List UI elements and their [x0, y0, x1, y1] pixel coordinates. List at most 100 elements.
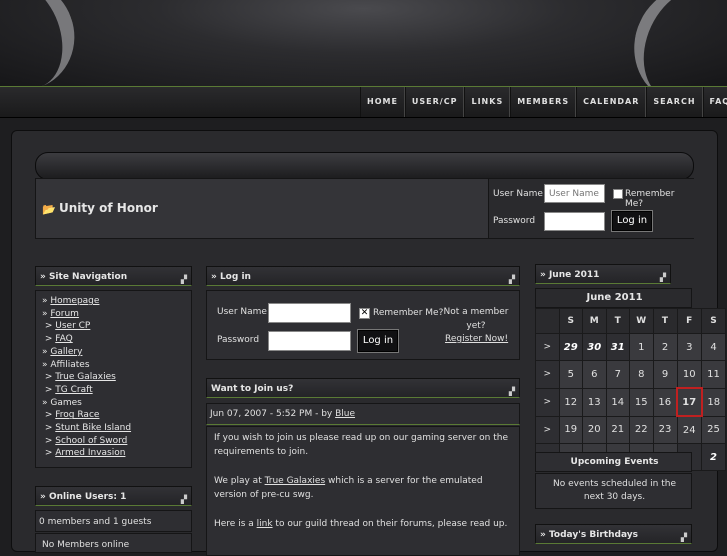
login-password-input[interactable]	[268, 331, 351, 351]
calendar-day[interactable]: 18	[701, 387, 726, 417]
nav-link-true-galaxies[interactable]: True Galaxies	[55, 372, 116, 382]
calendar-day[interactable]: 3	[676, 333, 702, 361]
calendar-other-month-day[interactable]: 30	[582, 333, 607, 361]
article-title: Want to Join us?	[211, 384, 294, 394]
calendar-other-month-day[interactable]: 2	[701, 443, 726, 471]
login-button[interactable]: Log in	[357, 329, 399, 353]
calendar-day[interactable]: 13	[582, 387, 607, 417]
nav-usercp[interactable]: USER/CP	[404, 87, 465, 117]
calendar-month-title: June 2011	[586, 292, 643, 303]
nav-list-item: > Frog Race	[42, 410, 100, 421]
login-username-input[interactable]	[268, 303, 351, 323]
calendar-day[interactable]: 4	[701, 333, 726, 361]
collapse-icon[interactable]: ▞	[181, 270, 187, 290]
calendar-day[interactable]: 16	[652, 387, 678, 417]
nav-link-frog-race[interactable]: Frog Race	[55, 410, 99, 420]
upcoming-events-box: No events scheduled in the next 30 days.	[535, 473, 692, 509]
nav-faq[interactable]: FAQ	[702, 87, 727, 117]
birthdays-title: » Today's Birthdays	[540, 530, 638, 540]
calendar-day[interactable]: 15	[629, 387, 654, 417]
calendar-week-link[interactable]: >	[535, 333, 560, 361]
register-link[interactable]: Register Now!	[445, 334, 508, 344]
remember-checkbox[interactable]: ✕	[359, 308, 370, 319]
calendar-day[interactable]: 23	[652, 415, 678, 444]
true-galaxies-link[interactable]: True Galaxies	[265, 476, 326, 486]
nav-link-faq[interactable]: FAQ	[55, 334, 72, 344]
calendar-day[interactable]: 10	[676, 360, 702, 389]
calendar-other-month-day[interactable]: 29	[558, 333, 583, 361]
calendar-day[interactable]: 9	[652, 360, 678, 389]
online-users-title: » Online Users: 1	[40, 492, 127, 502]
calendar-day[interactable]: 8	[629, 360, 654, 389]
header-password-input[interactable]	[544, 212, 605, 231]
top-navbar: HOME USER/CP LINKS MEMBERS CALENDAR SEARCH FAQ	[0, 86, 727, 118]
nav-link-tg-craft[interactable]: TG Craft	[55, 385, 92, 395]
nav-list-item: > School of Sword	[42, 435, 128, 446]
nav-link-school-of-sword[interactable]: School of Sword	[55, 436, 127, 446]
calendar-day[interactable]: 14	[605, 387, 630, 417]
article-paragraph-2: We play at True Galaxies which is a serv…	[214, 476, 483, 500]
nav-link-games: Games	[50, 397, 82, 408]
calendar-today[interactable]: 17	[676, 387, 703, 417]
nav-search[interactable]: SEARCH	[646, 87, 703, 117]
collapse-icon[interactable]: ▞	[509, 382, 515, 402]
calendar-corner	[535, 308, 560, 334]
calendar-day[interactable]: 20	[582, 415, 607, 444]
collapse-icon[interactable]: ▞	[660, 268, 666, 288]
collapse-icon[interactable]: ▞	[681, 528, 687, 548]
nav-link-armed-invasion[interactable]: Armed Invasion	[55, 448, 125, 458]
nav-link-stunt-bike-island[interactable]: Stunt Bike Island	[55, 423, 131, 433]
guild-thread-link[interactable]: link	[257, 519, 273, 529]
nav-links[interactable]: LINKS	[464, 87, 511, 117]
nav-list-item: » Homepage	[42, 296, 100, 306]
collapse-icon[interactable]: ▞	[181, 490, 187, 510]
calendar-day[interactable]: 2	[652, 333, 678, 361]
calendar-day[interactable]: 6	[582, 360, 607, 389]
calendar-day[interactable]: 5	[558, 360, 583, 389]
login-panel-header: » Log in ▞	[206, 266, 520, 286]
calendar-day[interactable]: 1	[629, 333, 654, 361]
online-users-list: No Members online	[35, 533, 192, 553]
header-remember-checkbox[interactable]	[613, 189, 623, 199]
nav-link-user-cp[interactable]: User CP	[55, 321, 90, 331]
nav-link-gallery[interactable]: Gallery	[50, 347, 82, 357]
nav-link-homepage[interactable]: Homepage	[50, 296, 99, 306]
article-paragraph-3: Here is a link to our guild thread on th…	[214, 519, 508, 529]
header-login-box: User Name Remember Me? Password Log in	[488, 179, 694, 238]
site-title: Unity of Honor	[59, 201, 158, 215]
header-username-input[interactable]	[544, 184, 605, 203]
header-login-button[interactable]: Log in	[611, 210, 653, 232]
nav-calendar[interactable]: CALENDAR	[576, 87, 647, 117]
calendar-day[interactable]: 11	[701, 360, 726, 389]
header-swoosh-right	[614, 0, 727, 88]
calendar-day-header: M	[582, 308, 607, 334]
nav-home[interactable]: HOME	[360, 87, 405, 117]
calendar-day[interactable]: 25	[701, 415, 726, 444]
collapse-icon[interactable]: ▞	[509, 270, 515, 290]
nav-list-item: » Forum	[42, 308, 79, 319]
username-label: User Name	[493, 189, 543, 199]
nav-list-item: » Gallery	[42, 346, 83, 357]
password-label: Password	[493, 216, 536, 226]
calendar-day[interactable]: 21	[605, 415, 630, 444]
calendar-day[interactable]: 12	[558, 387, 583, 417]
calendar-day[interactable]: 19	[558, 415, 583, 444]
calendar-day-header: T	[605, 308, 630, 334]
nav-link-forum[interactable]: Forum	[50, 309, 79, 319]
calendar-day[interactable]: 7	[605, 360, 630, 389]
nav-list-item: » Games	[42, 397, 82, 408]
remember-label: Remember Me?	[373, 308, 444, 318]
article-header: Want to Join us? ▞	[206, 378, 520, 398]
folder-icon: 📂	[42, 203, 56, 216]
author-link[interactable]: Blue	[335, 409, 355, 419]
calendar-day[interactable]: 24	[676, 415, 702, 444]
online-users-list-text: No Members online	[42, 540, 130, 550]
calendar-other-month-day[interactable]: 31	[605, 333, 630, 361]
nav-members[interactable]: MEMBERS	[510, 87, 577, 117]
calendar-week-link[interactable]: >	[535, 360, 560, 389]
title-banner-decor	[35, 152, 694, 180]
upcoming-events-text: No events scheduled in the next 30 days.	[552, 479, 677, 502]
calendar-week-link[interactable]: >	[535, 415, 560, 444]
calendar-week-link[interactable]: >	[535, 387, 560, 417]
calendar-day[interactable]: 22	[629, 415, 654, 444]
